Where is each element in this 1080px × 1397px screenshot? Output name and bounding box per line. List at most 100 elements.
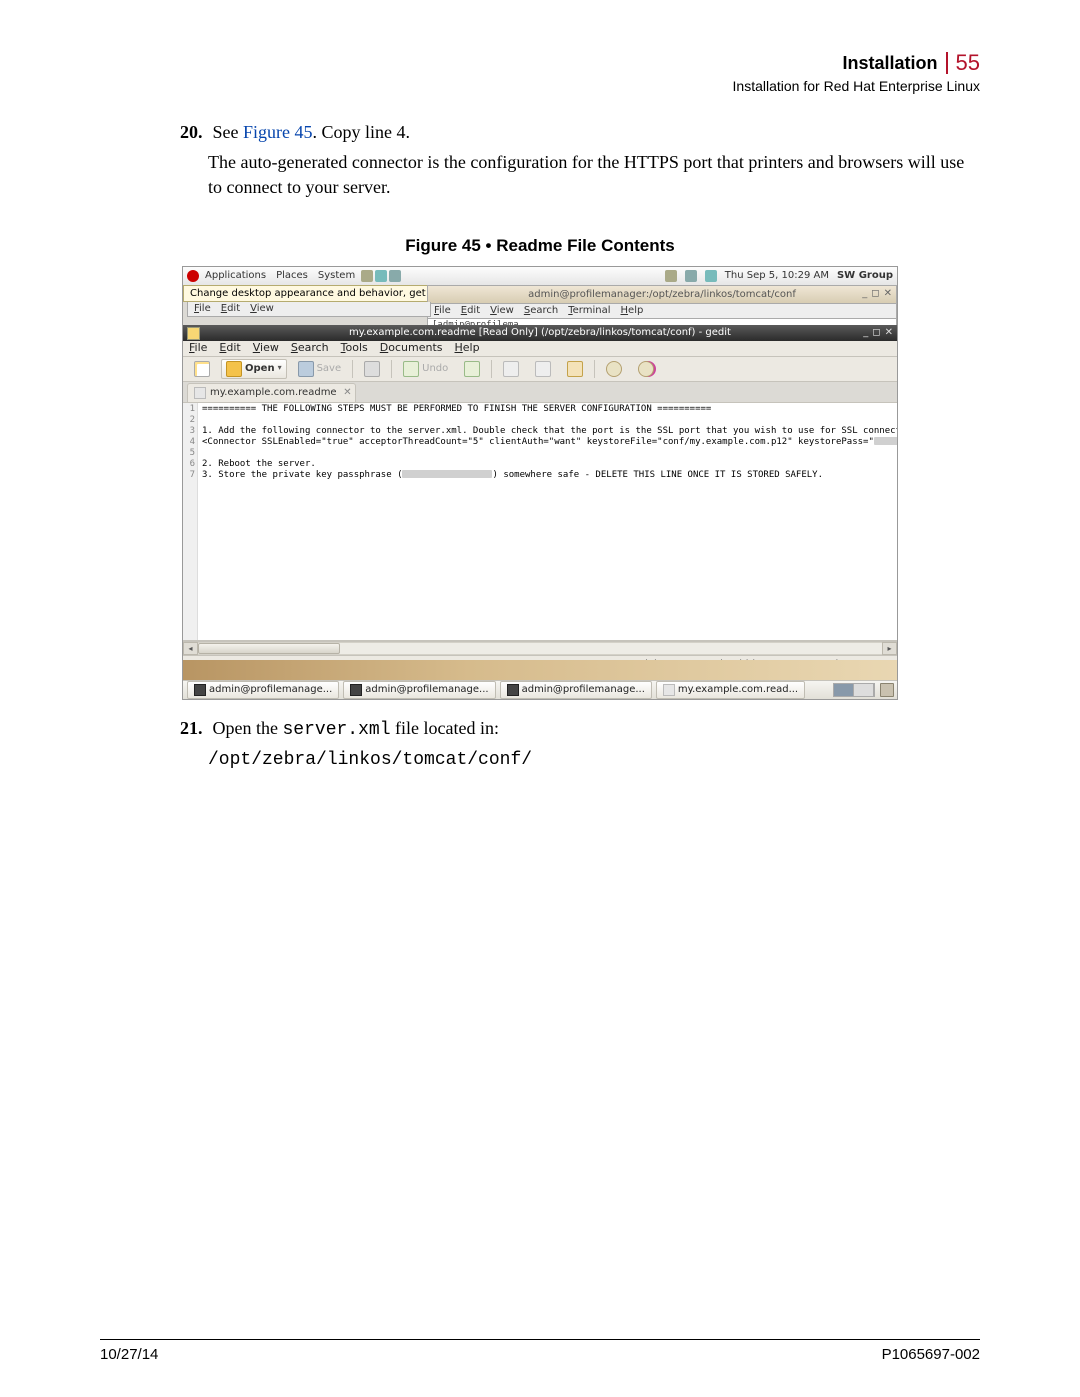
menu-applications[interactable]: Applications — [201, 269, 270, 283]
maximize-icon[interactable]: ◻ — [871, 287, 879, 301]
copy-button — [530, 359, 556, 379]
copy-icon — [535, 361, 551, 377]
undo-icon — [403, 361, 419, 377]
scroll-right-icon[interactable]: ▸ — [882, 642, 897, 655]
panel-user[interactable]: SW Group — [837, 269, 893, 283]
term-menu-terminal[interactable]: Terminal — [568, 304, 610, 318]
term-menu-view[interactable]: View — [490, 304, 514, 318]
open-button[interactable]: Open▾ — [221, 359, 287, 379]
panel-clock[interactable]: Thu Sep 5, 10:29 AM — [725, 269, 829, 283]
terminal-window: admin@profilemanager:/opt/zebra/linkos/t… — [427, 285, 897, 329]
taskbar-item[interactable]: admin@profilemanage... — [343, 681, 495, 699]
taskbar-item-active[interactable]: my.example.com.read... — [656, 681, 805, 699]
term-menu-file[interactable]: File — [194, 302, 211, 316]
header-title: Installation — [843, 53, 938, 74]
launcher-icon[interactable] — [375, 270, 387, 282]
workspace-switcher[interactable] — [833, 683, 875, 697]
launcher-icon[interactable] — [389, 270, 401, 282]
open-folder-icon — [226, 361, 242, 377]
document-icon — [663, 684, 675, 696]
tray-icon[interactable] — [705, 270, 717, 282]
menu-view[interactable]: View — [253, 341, 279, 356]
terminal-menubar: File Edit View — [187, 302, 431, 317]
editor-content[interactable]: ========== THE FOLLOWING STEPS MUST BE P… — [198, 403, 897, 640]
cut-icon — [503, 361, 519, 377]
terminal-menubar: File Edit View Search Terminal Help — [427, 304, 897, 319]
save-icon — [298, 361, 314, 377]
gedit-titlebar[interactable]: my.example.com.readme [Read Only] (/opt/… — [183, 325, 897, 341]
step-text: See — [213, 122, 244, 142]
close-icon[interactable]: ✕ — [885, 326, 893, 340]
footer-date: 10/27/14 — [100, 1346, 158, 1363]
redhat-icon — [187, 270, 199, 282]
step-text-post: . Copy line 4. — [313, 122, 411, 142]
term-menu-edit[interactable]: Edit — [221, 302, 240, 316]
cut-button — [498, 359, 524, 379]
redo-button — [459, 359, 485, 379]
print-button[interactable] — [359, 359, 385, 379]
menu-documents[interactable]: Documents — [380, 341, 443, 356]
menu-search[interactable]: Search — [291, 341, 329, 356]
menu-edit[interactable]: Edit — [219, 341, 240, 356]
gedit-menubar: File Edit View Search Tools Documents He… — [183, 341, 897, 357]
term-menu-view[interactable]: View — [250, 302, 274, 316]
minimize-icon[interactable]: _ — [863, 326, 868, 340]
terminal-icon — [350, 684, 362, 696]
maximize-icon[interactable]: ◻ — [872, 326, 880, 340]
find-replace-button[interactable] — [633, 359, 659, 379]
term-menu-file[interactable]: File — [434, 304, 451, 318]
scrollbar-thumb[interactable] — [198, 643, 340, 654]
new-button[interactable] — [189, 359, 215, 379]
step-21-path: /opt/zebra/linkos/tomcat/conf/ — [208, 748, 980, 772]
footer-doc-id: P1065697-002 — [882, 1346, 980, 1363]
close-icon[interactable]: ✕ — [884, 287, 892, 301]
menu-places[interactable]: Places — [272, 269, 312, 283]
tray-icon[interactable] — [665, 270, 677, 282]
term-menu-search[interactable]: Search — [524, 304, 558, 318]
terminal-titlebar[interactable]: admin@profilemanager:/opt/zebra/linkos/t… — [427, 285, 897, 304]
tray-icon[interactable] — [685, 270, 697, 282]
launcher-icon[interactable] — [361, 270, 373, 282]
close-tab-icon[interactable]: ✕ — [343, 386, 351, 400]
menu-system[interactable]: System — [314, 269, 359, 283]
gnome-top-panel: Applications Places System Thu Sep 5, 10… — [183, 267, 897, 286]
trash-icon[interactable] — [880, 683, 894, 697]
gedit-editor[interactable]: 1234567 ========== THE FOLLOWING STEPS M… — [183, 403, 897, 641]
terminal-title-text: admin@profilemanager:/opt/zebra/linkos/t… — [528, 288, 796, 302]
find-button[interactable] — [601, 359, 627, 379]
scrollbar-track[interactable] — [198, 642, 882, 655]
step-text: Open the — [213, 718, 283, 738]
horizontal-scrollbar[interactable]: ◂ ▸ — [183, 641, 897, 655]
find-replace-icon — [638, 361, 654, 377]
menu-help[interactable]: Help — [455, 341, 480, 356]
scroll-left-icon[interactable]: ◂ — [183, 642, 198, 655]
menu-tools[interactable]: Tools — [341, 341, 368, 356]
toolbar-separator — [352, 360, 353, 378]
paste-icon — [567, 361, 583, 377]
step-text: file located in: — [391, 718, 499, 738]
document-tab[interactable]: my.example.com.readme ✕ — [187, 383, 356, 402]
terminal-icon — [507, 684, 519, 696]
save-label: Save — [317, 362, 342, 376]
header-page-number: 55 — [956, 50, 980, 76]
taskbar-item[interactable]: admin@profilemanage... — [187, 681, 339, 699]
toolbar-separator — [594, 360, 595, 378]
taskbar-item[interactable]: admin@profilemanage... — [500, 681, 652, 699]
chevron-down-icon[interactable]: ▾ — [278, 363, 282, 374]
paste-button[interactable] — [562, 359, 588, 379]
term-menu-edit[interactable]: Edit — [461, 304, 480, 318]
minimize-icon[interactable]: _ — [862, 287, 867, 301]
step-21: 21. Open the server.xml file located in: — [180, 716, 980, 742]
menu-file[interactable]: File — [189, 341, 207, 356]
find-icon — [606, 361, 622, 377]
screenshot-figure: Applications Places System Thu Sep 5, 10… — [182, 266, 898, 700]
new-file-icon — [194, 361, 210, 377]
save-button: Save — [293, 359, 347, 379]
undo-label: Undo — [422, 362, 448, 376]
figure-xref[interactable]: Figure 45 — [243, 122, 313, 142]
term-menu-help[interactable]: Help — [621, 304, 644, 318]
gnome-bottom-panel: admin@profilemanage... admin@profilemana… — [183, 680, 897, 699]
header-subtitle: Installation for Red Hat Enterprise Linu… — [733, 78, 980, 94]
step-20-paragraph: The auto-generated connector is the conf… — [208, 150, 980, 199]
page-header: Installation 55 Installation for Red Hat… — [733, 50, 980, 94]
